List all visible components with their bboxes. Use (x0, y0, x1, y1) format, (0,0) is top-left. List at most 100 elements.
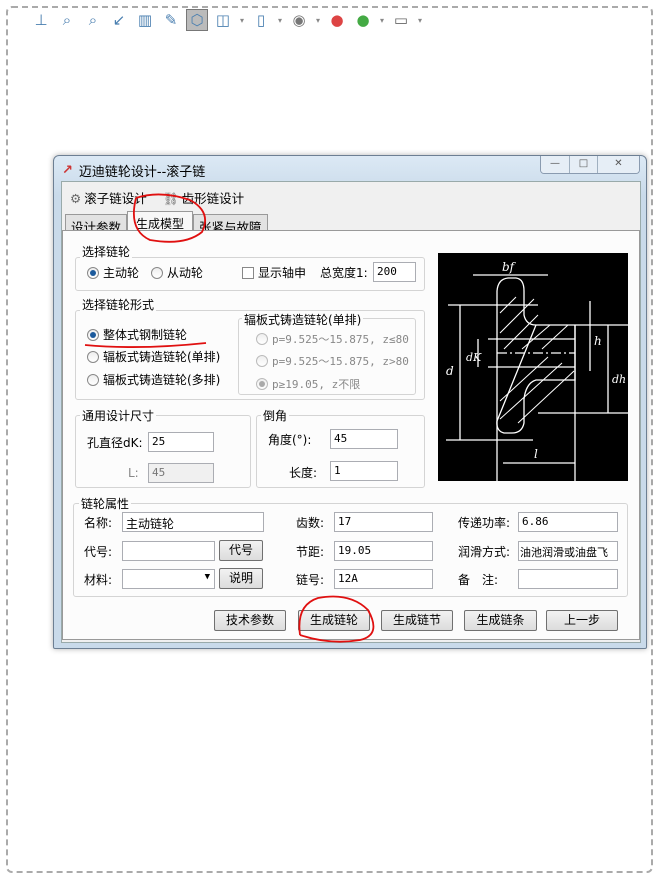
note-input[interactable] (518, 569, 618, 589)
length-input[interactable]: 1 (330, 461, 398, 481)
radio-pitch-small-z-gt80[interactable]: p=9.525～15.875, z>80 (256, 353, 409, 369)
zoom-area-icon[interactable]: ⌕ (82, 9, 104, 31)
menubar: ⚙ 滚子链设计 ⛓ 齿形链设计 (70, 188, 244, 207)
chevron-down-icon[interactable]: ▾ (238, 9, 246, 31)
radio-label: 主动轮 (103, 266, 140, 280)
radio-label: 辐板式铸造链轮(单排) (103, 350, 221, 364)
diagram-label-bf: bf (502, 260, 517, 274)
teeth-input[interactable]: 17 (334, 512, 433, 532)
window-title-bar: ↗ 迈迪链轮设计--滚子链 (62, 161, 205, 180)
lube-input[interactable]: 油池润滑或油盘飞 (518, 541, 618, 561)
lube-label: 润滑方式: (458, 545, 511, 559)
code-button[interactable]: 代号 (219, 540, 263, 561)
gear-icon: ⚙ (70, 191, 82, 206)
bore-input[interactable]: 25 (148, 432, 214, 452)
material-label: 材料: (84, 573, 113, 587)
group-title: 通用设计尺寸 (80, 407, 157, 424)
L-input[interactable]: 45 (148, 463, 214, 483)
name-label: 名称: (84, 516, 113, 530)
code-input[interactable] (122, 541, 215, 561)
diagram-label-h: h (594, 334, 602, 348)
radio-icon (87, 266, 99, 279)
chain-no-input[interactable]: 12A (334, 569, 433, 589)
radio-pitch-large[interactable]: p≥19.05, z不限 (256, 376, 360, 392)
view-orientation-icon[interactable]: ⬡ (186, 9, 208, 31)
group-title: 辐板式铸造链轮(单排) (242, 311, 364, 328)
menu-label: 滚子链设计 (84, 191, 147, 206)
radio-label: p≥19.05, z不限 (272, 378, 361, 391)
group-title: 链轮属性 (79, 495, 132, 512)
radio-web-cast-single[interactable]: 辐板式铸造链轮(单排) (87, 348, 220, 365)
edit-appearance-icon[interactable]: ● (326, 9, 348, 31)
radio-icon (87, 328, 99, 341)
explain-button[interactable]: 说明 (219, 568, 263, 589)
chevron-down-icon[interactable]: ▾ (378, 9, 386, 31)
total-width-label: 总宽度1: (320, 266, 368, 280)
code-label: 代号: (84, 545, 113, 559)
checkbox-label: 显示轴申 (258, 266, 307, 280)
eye-icon[interactable]: ◉ (288, 9, 310, 31)
checkbox-icon (242, 266, 254, 279)
pitch-input[interactable]: 19.05 (334, 541, 433, 561)
generate-chain-button[interactable]: 生成链条 (464, 610, 537, 631)
radio-label: p=9.525～15.875, z≤80 (272, 333, 409, 346)
radio-driven[interactable]: 从动轮 (151, 264, 203, 281)
radio-label: 辐板式铸造链轮(多排) (103, 373, 221, 387)
radio-label: 整体式钢制链轮 (103, 328, 188, 342)
diagram-label-d: d (446, 364, 454, 378)
chevron-down-icon[interactable]: ▾ (314, 9, 322, 31)
radio-icon (87, 373, 99, 386)
radio-web-cast-multi[interactable]: 辐板式铸造链轮(多排) (87, 371, 220, 388)
diagram-label-l: l (534, 447, 538, 461)
sprocket-section-diagram: bf d dK h dh l (438, 253, 628, 485)
previous-step-button[interactable]: 上一步 (546, 610, 618, 631)
radio-icon (256, 378, 268, 390)
maximize-button[interactable]: □ (569, 156, 597, 173)
show-shaft-checkbox[interactable]: 显示轴申 (242, 264, 306, 281)
L-label: L: (128, 466, 139, 480)
chain-no-label: 链号: (296, 573, 325, 587)
radio-icon (256, 333, 268, 345)
window-title: 迈迪链轮设计--滚子链 (78, 165, 206, 180)
display-style-icon[interactable]: ◫ (212, 9, 234, 31)
radio-icon (256, 355, 268, 367)
material-select[interactable]: ▼ (122, 569, 215, 589)
radio-label: p=9.525～15.875, z>80 (272, 355, 409, 368)
menu-roller-chain[interactable]: ⚙ 滚子链设计 (70, 188, 147, 207)
chevron-down-icon[interactable]: ▾ (276, 9, 284, 31)
app-logo-icon: ↗ (62, 163, 73, 178)
tech-params-button[interactable]: 技术参数 (214, 610, 286, 631)
zoom-to-fit-icon[interactable]: ⌕ (56, 9, 78, 31)
bore-label: 孔直径dK: (87, 436, 143, 450)
group-title: 选择链轮 (80, 243, 133, 260)
radio-icon (87, 350, 99, 363)
apply-scene-icon[interactable]: ● (352, 9, 374, 31)
radio-label: 从动轮 (167, 266, 204, 280)
menu-label: 齿形链设计 (181, 191, 245, 206)
radio-driving[interactable]: 主动轮 (87, 264, 139, 281)
monitor-icon[interactable]: ▭ (390, 9, 412, 31)
hide-show-icon[interactable]: ▯ (250, 9, 272, 31)
view-toolbar: ⊥ ⌕ ⌕ ↙ ▥ ✎ ⬡ ◫ ▾ ▯ ▾ ◉ ▾ ● ● ▾ ▭ ▾ (30, 6, 424, 34)
normal-to-icon[interactable]: ⊥ (30, 9, 52, 31)
angle-input[interactable]: 45 (330, 429, 398, 449)
teeth-label: 齿数: (296, 516, 325, 530)
power-input[interactable]: 6.86 (518, 512, 618, 532)
previous-view-icon[interactable]: ↙ (108, 9, 130, 31)
name-input[interactable]: 主动链轮 (122, 512, 264, 532)
radio-integral-steel[interactable]: 整体式钢制链轮 (87, 326, 187, 343)
chevron-down-icon[interactable]: ▾ (416, 9, 424, 31)
note-label: 备 注: (458, 573, 499, 587)
dynamic-annotation-icon[interactable]: ✎ (160, 9, 182, 31)
menu-tooth-chain[interactable]: ⛓ 齿形链设计 (163, 188, 244, 207)
generate-sprocket-button[interactable]: 生成链轮 (298, 610, 370, 631)
minimize-button[interactable]: — (541, 156, 569, 173)
section-view-icon[interactable]: ▥ (134, 9, 156, 31)
angle-label: 角度(°): (268, 433, 312, 447)
close-button[interactable]: ✕ (597, 156, 639, 173)
generate-link-button[interactable]: 生成链节 (381, 610, 453, 631)
radio-pitch-small-z-le80[interactable]: p=9.525～15.875, z≤80 (256, 331, 409, 347)
group-title: 选择链轮形式 (80, 296, 157, 313)
total-width-input[interactable]: 200 (373, 262, 416, 282)
diagram-label-dk: dK (466, 351, 482, 364)
